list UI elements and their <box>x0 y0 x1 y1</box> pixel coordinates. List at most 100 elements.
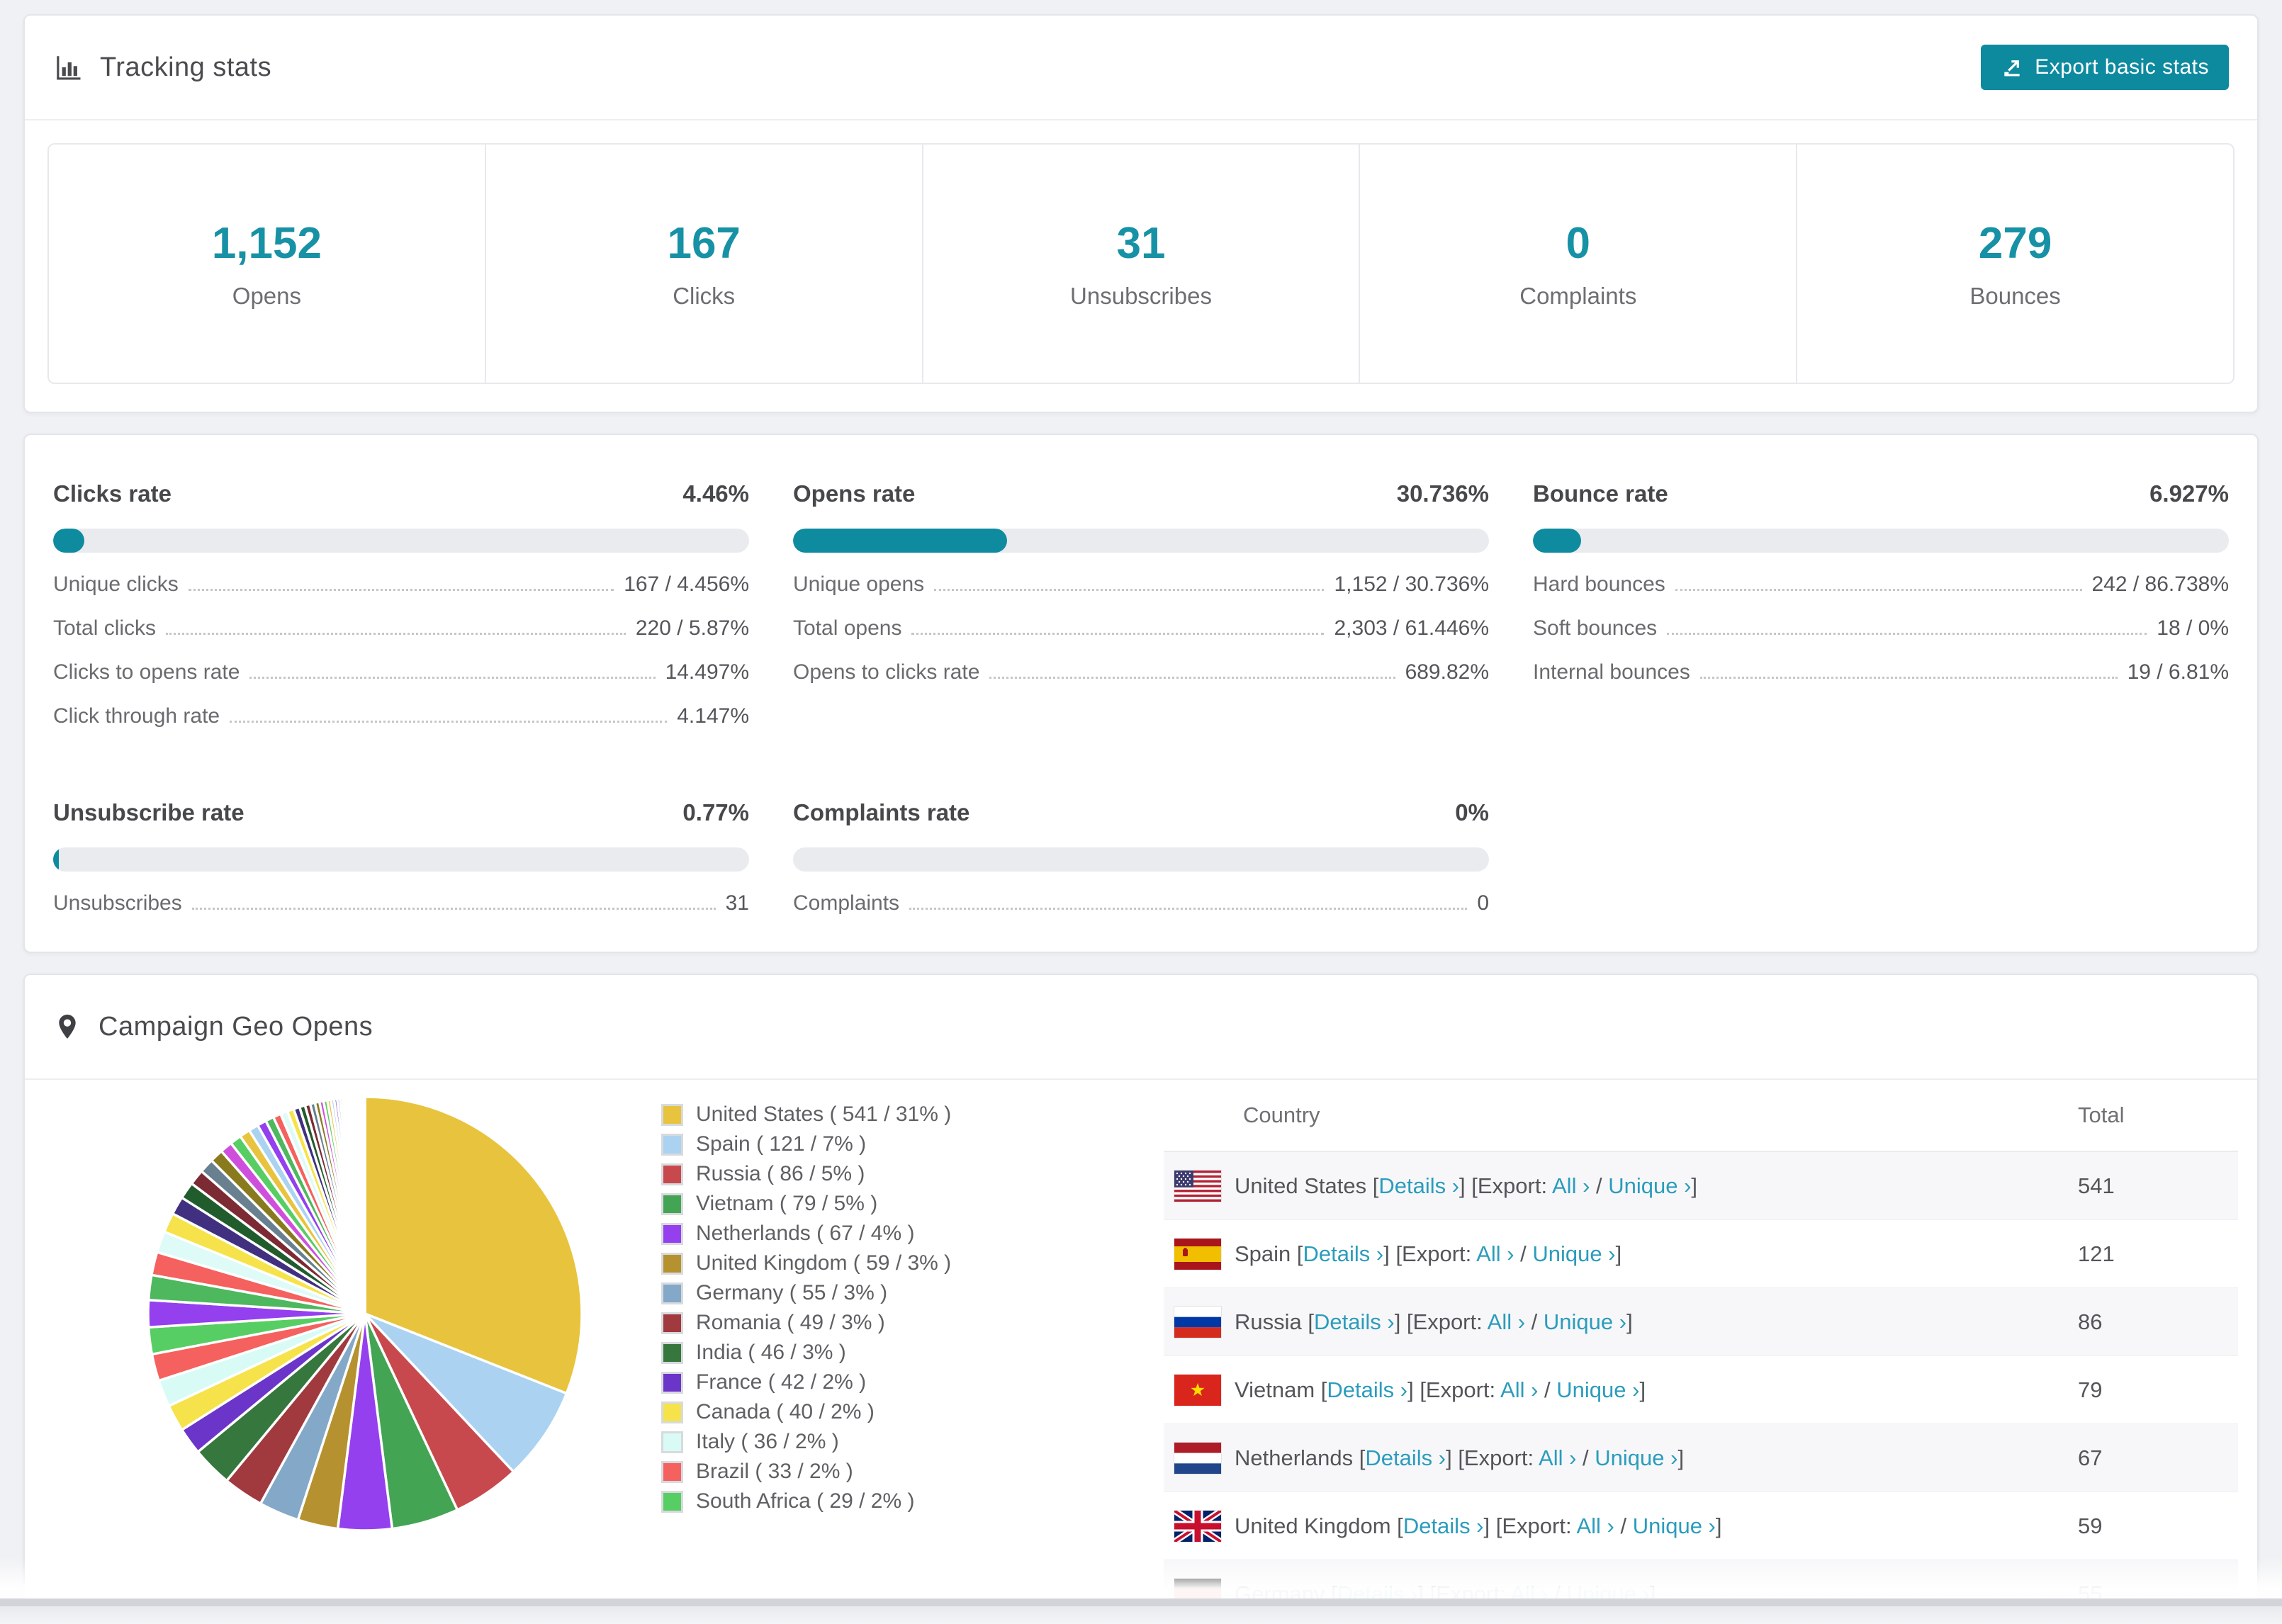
details-link[interactable]: Details › <box>1378 1173 1459 1198</box>
campaign-geo-opens-card: Campaign Geo Opens United States ( 541 /… <box>23 974 2259 1624</box>
export-icon <box>2001 56 2023 79</box>
export-all-link[interactable]: All › <box>1576 1513 1614 1538</box>
rate-value: 0.77% <box>682 799 749 825</box>
rate-head: Unsubscribe rate 0.77% <box>53 799 749 826</box>
legend-item-spain[interactable]: Spain ( 121 / 7% ) <box>661 1129 951 1159</box>
stat-value: 167 <box>667 218 741 268</box>
export-unique-link[interactable]: Unique › <box>1608 1173 1691 1198</box>
map-pin-icon <box>53 1013 82 1041</box>
detail-label: Click through rate <box>53 704 220 728</box>
rate-value: 0% <box>1455 799 1489 825</box>
table-row-united-kingdom: United Kingdom [Details ›] [Export: All … <box>1164 1492 2238 1560</box>
country-cell: Spain [Details ›] [Export: All › / Uniqu… <box>1235 1241 1622 1266</box>
dotted-leader <box>191 908 716 910</box>
legend-item-india[interactable]: India ( 46 / 3% ) <box>661 1338 951 1368</box>
table-row-vietnam: Vietnam [Details ›] [Export: All › / Uni… <box>1164 1356 2238 1424</box>
details-link[interactable]: Details › <box>1314 1309 1395 1334</box>
detail-value: 0 <box>1477 891 1489 915</box>
legend-item-united-kingdom[interactable]: United Kingdom ( 59 / 3% ) <box>661 1248 951 1278</box>
details-link[interactable]: Details › <box>1327 1377 1407 1402</box>
rate-detail-row: Total opens 2,303 / 61.446% <box>793 616 1489 641</box>
legend-item-brazil[interactable]: Brazil ( 33 / 2% ) <box>661 1457 951 1487</box>
bottom-divider <box>0 1598 2282 1606</box>
export-unique-link[interactable]: Unique › <box>1544 1309 1626 1334</box>
geo-card-header: Campaign Geo Opens <box>25 975 2257 1080</box>
legend-item-south-africa[interactable]: South Africa ( 29 / 2% ) <box>661 1487 951 1516</box>
rate-block-bounce-rate: Bounce rate 6.927% Hard bounces 242 / 86.73… <box>1533 480 2229 728</box>
total-cell: 86 <box>2078 1309 2103 1334</box>
stat-cell-clicks: 167 Clicks <box>486 145 923 383</box>
export-basic-stats-button[interactable]: Export basic stats <box>1981 45 2229 90</box>
detail-value: 31 <box>725 891 749 915</box>
flag-cell <box>1164 1238 1235 1270</box>
page-bottom-strip <box>0 1606 2282 1624</box>
progress-bar <box>793 529 1489 553</box>
detail-value: 242 / 86.738% <box>2091 573 2230 596</box>
legend-label: India ( 46 / 3% ) <box>696 1341 846 1364</box>
legend-item-france[interactable]: France ( 42 / 2% ) <box>661 1368 951 1397</box>
legend-item-russia[interactable]: Russia ( 86 / 5% ) <box>661 1159 951 1189</box>
country-cell: Netherlands [Details ›] [Export: All › /… <box>1235 1445 1685 1470</box>
legend-label: Canada ( 40 / 2% ) <box>696 1400 875 1423</box>
details-link[interactable]: Details › <box>1303 1241 1384 1266</box>
detail-value: 4.147% <box>677 704 749 728</box>
dotted-leader <box>249 677 656 679</box>
stat-value: 31 <box>1116 218 1166 268</box>
detail-label: Total opens <box>793 616 902 640</box>
export-unique-link[interactable]: Unique › <box>1633 1513 1716 1538</box>
legend-label: Russia ( 86 / 5% ) <box>696 1162 865 1185</box>
legend-item-canada[interactable]: Canada ( 40 / 2% ) <box>661 1397 951 1427</box>
rate-block-complaints-rate: Complaints rate 0% Complaints 0 <box>793 799 1489 915</box>
export-all-link[interactable]: All › <box>1539 1445 1576 1470</box>
legend-swatch-icon <box>661 1103 683 1126</box>
export-all-link[interactable]: All › <box>1488 1309 1525 1334</box>
flag-cell <box>1164 1306 1235 1338</box>
geo-table-header: Country Total <box>1164 1080 2238 1152</box>
legend-item-netherlands[interactable]: Netherlands ( 67 / 4% ) <box>661 1219 951 1248</box>
legend-item-italy[interactable]: Italy ( 36 / 2% ) <box>661 1427 951 1457</box>
rate-value: 30.736% <box>1396 480 1489 507</box>
progress-bar <box>1533 529 2229 553</box>
rate-block-clicks-rate: Clicks rate 4.46% Unique clicks 167 / 4.456… <box>53 480 749 728</box>
legend-label: United Kingdom ( 59 / 3% ) <box>696 1251 952 1275</box>
rate-detail-row: Unique opens 1,152 / 30.736% <box>793 573 1489 597</box>
legend-swatch-icon <box>661 1252 683 1275</box>
legend-item-vietnam[interactable]: Vietnam ( 79 / 5% ) <box>661 1189 951 1219</box>
rate-title: Complaints rate <box>793 799 970 825</box>
legend-label: Netherlands ( 67 / 4% ) <box>696 1222 915 1245</box>
total-cell: 59 <box>2078 1513 2103 1538</box>
pie-slice[interactable] <box>363 1095 366 1314</box>
legend-item-germany[interactable]: Germany ( 55 / 3% ) <box>661 1278 951 1308</box>
export-unique-link[interactable]: Unique › <box>1556 1377 1639 1402</box>
export-unique-link[interactable]: Unique › <box>1595 1445 1677 1470</box>
progress-bar <box>53 529 749 553</box>
rate-title: Bounce rate <box>1533 480 1668 507</box>
detail-label: Complaints <box>793 891 900 915</box>
dotted-leader <box>909 908 1468 910</box>
stat-value: 0 <box>1566 218 1591 268</box>
stat-value: 1,152 <box>211 218 322 268</box>
country-cell: United Kingdom [Details ›] [Export: All … <box>1235 1513 1722 1538</box>
rate-head: Opens rate 30.736% <box>793 480 1489 507</box>
rate-title: Clicks rate <box>53 480 172 507</box>
legend-label: Romania ( 49 / 3% ) <box>696 1311 885 1334</box>
export-all-link[interactable]: All › <box>1552 1173 1590 1198</box>
export-unique-link[interactable]: Unique › <box>1532 1241 1615 1266</box>
stat-label: Bounces <box>1969 282 2061 309</box>
table-row-united-states: United States [Details ›] [Export: All ›… <box>1164 1152 2238 1220</box>
details-link[interactable]: Details › <box>1403 1513 1484 1538</box>
geo-pie[interactable] <box>144 1093 586 1535</box>
flag-us-icon <box>1174 1170 1221 1202</box>
column-header-country: Country <box>1243 1103 1320 1127</box>
legend-swatch-icon <box>661 1192 683 1215</box>
legend-item-united-states[interactable]: United States ( 541 / 31% ) <box>661 1100 951 1129</box>
tracking-card-header: Tracking stats Export basic stats <box>25 16 2257 120</box>
detail-label: Soft bounces <box>1533 616 1658 640</box>
detail-label: Hard bounces <box>1533 573 1665 596</box>
legend-item-romania[interactable]: Romania ( 49 / 3% ) <box>661 1308 951 1338</box>
export-all-link[interactable]: All › <box>1476 1241 1514 1266</box>
export-all-link[interactable]: All › <box>1500 1377 1538 1402</box>
legend-swatch-icon <box>661 1431 683 1453</box>
details-link[interactable]: Details › <box>1365 1445 1446 1470</box>
progress-bar-fill <box>1533 529 1582 553</box>
